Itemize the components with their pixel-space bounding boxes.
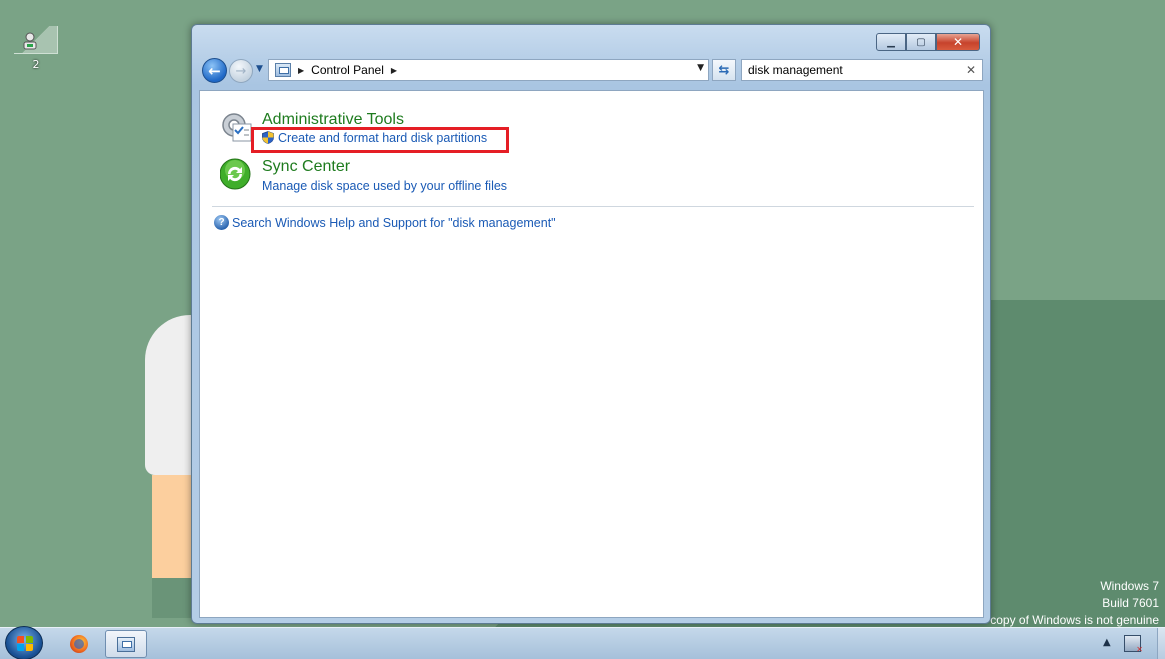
taskbar-control-panel[interactable]	[105, 630, 147, 658]
taskbar-firefox[interactable]	[58, 630, 100, 658]
back-arrow-icon: ←	[208, 61, 221, 80]
watermark-line-2: Build 7601	[1102, 596, 1159, 610]
manage-offline-files-link[interactable]: Manage disk space used by your offline f…	[262, 179, 507, 193]
desktop-shortcut[interactable]: 2	[10, 26, 62, 76]
refresh-button[interactable]: ⇆	[712, 59, 736, 81]
maximize-icon: ▢	[916, 36, 926, 48]
refresh-icon: ⇆	[718, 62, 730, 78]
start-button[interactable]	[5, 626, 43, 659]
watermark-line-1: Windows 7	[1100, 579, 1159, 593]
address-bar[interactable]: ▶ Control Panel ▶ ▼	[268, 59, 709, 81]
administrative-tools-icon	[222, 113, 252, 142]
maximize-button[interactable]: ▢	[906, 33, 936, 51]
caption-buttons: ▁ ▢ ✕	[876, 33, 980, 51]
watermark-line-3: copy of Windows is not genuine	[990, 613, 1159, 627]
windows-help-search-link[interactable]: ? Search Windows Help and Support for "d…	[214, 215, 556, 230]
control-panel-icon	[275, 63, 291, 77]
highlight-annotation	[251, 127, 509, 153]
minimize-icon: ▁	[887, 36, 895, 48]
breadcrumb-control-panel[interactable]: Control Panel	[311, 63, 384, 77]
help-icon: ?	[214, 215, 229, 230]
forward-arrow-icon: →	[235, 63, 247, 79]
search-input[interactable]	[748, 63, 958, 77]
breadcrumb-arrow-icon[interactable]: ▶	[391, 66, 397, 75]
search-box[interactable]: ✕	[741, 59, 983, 81]
show-hidden-icons-icon[interactable]: ▲	[1103, 637, 1111, 648]
taskbar: ▲	[0, 626, 1165, 659]
show-desktop-button[interactable]	[1157, 628, 1165, 659]
help-link-text: Search Windows Help and Support for "dis…	[232, 215, 556, 230]
network-status-icon[interactable]	[1124, 635, 1143, 654]
minimize-button[interactable]: ▁	[876, 33, 906, 51]
close-icon: ✕	[952, 35, 964, 49]
address-dropdown-icon[interactable]: ▼	[697, 63, 704, 73]
back-button[interactable]: ←	[202, 58, 227, 83]
firefox-icon	[70, 635, 88, 653]
breadcrumb-arrow-icon[interactable]: ▶	[298, 66, 304, 75]
navigation-toolbar: ← → ▼ ▶ Control Panel ▶ ▼ ⇆ ✕	[200, 57, 983, 83]
control-panel-icon	[117, 636, 135, 652]
search-results-pane: Administrative Tools Create and format h…	[199, 90, 984, 618]
control-panel-window: ▁ ▢ ✕ ← → ▼ ▶ Control Panel ▶ ▼ ⇆ ✕	[191, 24, 991, 624]
user-icon	[14, 26, 58, 54]
close-button[interactable]: ✕	[936, 33, 980, 51]
result-title[interactable]: Sync Center	[262, 158, 350, 176]
desktop-shortcut-label: 2	[32, 58, 40, 71]
forward-button[interactable]: →	[229, 59, 253, 83]
sync-center-icon	[220, 158, 251, 190]
recent-pages-dropdown[interactable]: ▼	[256, 64, 266, 74]
results-divider	[212, 206, 974, 207]
clear-search-icon[interactable]: ✕	[966, 63, 976, 77]
chevron-down-icon: ▼	[256, 64, 263, 74]
